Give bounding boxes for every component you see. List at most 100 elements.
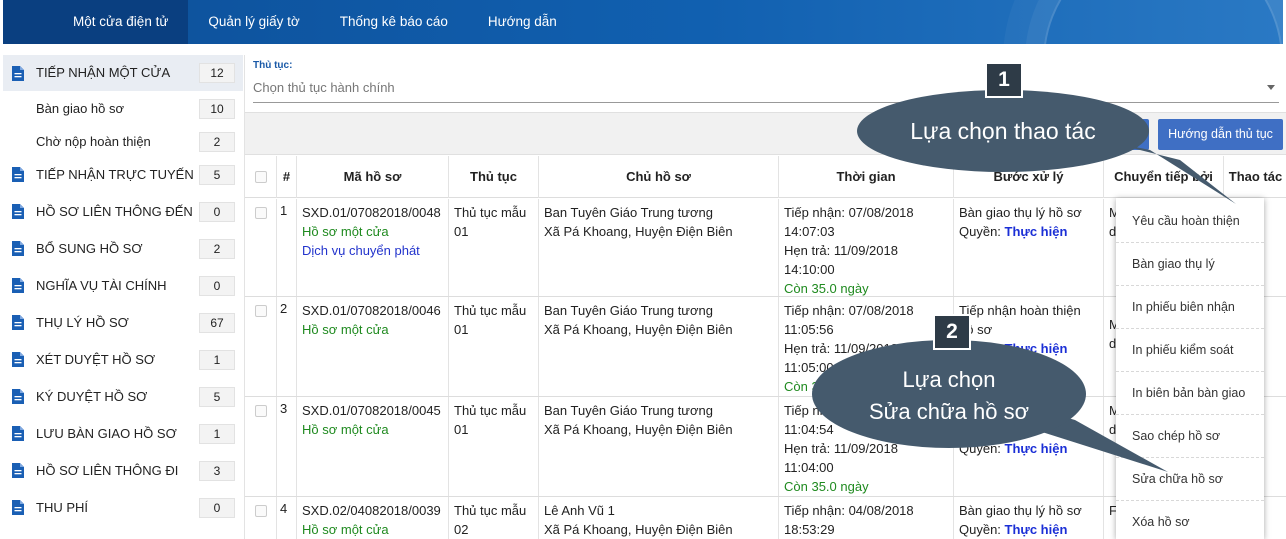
record-type: Hồ sơ một cửa [302, 522, 389, 537]
received-date: 07/08/2018 [848, 303, 914, 318]
sidebar-item[interactable]: HỒ SƠ LIÊN THÔNG ĐI 3 [3, 454, 243, 487]
actions-menu-item[interactable]: Xóa hồ sơ [1116, 501, 1264, 539]
row-owner-cell: Ban Tuyên Giáo Trung tương Xã Pá Khoang, … [539, 297, 779, 396]
sidebar-item[interactable]: LƯU BÀN GIAO HỒ SƠ 1 [3, 417, 243, 450]
received-line: Tiếp nhận: 07/08/2018 [784, 203, 948, 222]
record-code[interactable]: SXD.01/07082018/0045 [302, 401, 443, 420]
procedure-select-placeholder: Chọn thủ tục hành chính [253, 80, 395, 95]
record-code[interactable]: SXD.02/04082018/0039 [302, 501, 443, 520]
header-owner: Chủ hồ sơ [539, 156, 779, 198]
header-code: Mã hồ sơ [297, 156, 449, 198]
procedure-guide-button[interactable]: Hướng dẫn thủ tục [1158, 119, 1283, 150]
row-index: 2 [277, 297, 297, 396]
document-icon [12, 241, 24, 256]
sidebar-item-label: HỒ SƠ LIÊN THÔNG ĐI [36, 462, 179, 478]
sidebar-item[interactable]: KÝ DUYỆT HỒ SƠ 5 [3, 380, 243, 413]
sidebar-item-label: THU PHÍ [36, 499, 88, 515]
document-icon [12, 167, 24, 182]
row-owner-cell: Ban Tuyên Giáo Trung tương Xã Pá Khoang, … [539, 397, 779, 496]
document-icon [12, 352, 24, 367]
nav-item-mot-cua-dien-tu[interactable]: Một cửa điện tử [3, 0, 189, 44]
sidebar-item[interactable]: TIẾP NHẬN MỘT CỬA 12 [3, 55, 243, 91]
owner-address: Xã Pá Khoang, Huyện Điện Biên [544, 224, 733, 239]
sidebar-item-label: THỤ LÝ HỒ SƠ [36, 314, 129, 330]
row-step-cell: Bàn giao thụ lý hồ sơ Quyền: Thực hiện [954, 199, 1104, 296]
row-checkbox[interactable] [255, 207, 267, 219]
document-icon [12, 278, 24, 293]
sidebar-item[interactable]: XÉT DUYỆT HỒ SƠ 1 [3, 343, 243, 376]
screen: Một cửa điện tử Quản lý giấy tờ Thống kê… [0, 0, 1286, 539]
sidebar-item[interactable]: NGHĨA VỤ TÀI CHÍNH 0 [3, 269, 243, 302]
permission-line: Quyền: Thực hiện [959, 520, 1098, 539]
sidebar-item-label: BỔ SUNG HỒ SƠ [36, 240, 143, 256]
sidebar-item[interactable]: Bàn giao hồ sơ 10 [3, 94, 243, 124]
sidebar-item-count-badge: 5 [199, 386, 235, 407]
actions-dropdown-menu: Yêu cầu hoàn thiện Bàn giao thụ lý In phiế… [1116, 198, 1264, 539]
received-label: Tiếp nhận: [784, 303, 845, 318]
received-date: 04/08/2018 [848, 503, 914, 518]
owner-name: Lê Anh Vũ 1 [544, 503, 615, 518]
sidebar-item[interactable]: THỤ LÝ HỒ SƠ 67 [3, 306, 243, 339]
row-checkbox[interactable] [255, 405, 267, 417]
sidebar-item-label: HỒ SƠ LIÊN THÔNG ĐẾN [36, 203, 193, 219]
actions-menu-item[interactable]: Yêu cầu hoàn thiện [1116, 200, 1264, 243]
actions-menu-item[interactable]: In biên bản bàn giao [1116, 372, 1264, 415]
actions-menu-item[interactable]: In phiếu kiểm soát [1116, 329, 1264, 372]
actions-menu-item[interactable]: In phiếu biên nhận [1116, 286, 1264, 329]
header-actions: Thao tác [1228, 169, 1283, 184]
sidebar-item-count-badge: 1 [199, 423, 235, 444]
actions-menu-item[interactable]: Sửa chữa hồ sơ [1116, 458, 1264, 501]
delivery-service-link[interactable]: Dịch vụ chuyển phát [302, 241, 443, 260]
permission-label: Quyền: [959, 522, 1001, 537]
row-time-cell: Tiếp nhận: 04/08/2018 18:53:29 [779, 497, 954, 539]
received-time: 11:05:56 [784, 322, 834, 337]
row-checkbox[interactable] [255, 505, 267, 517]
row-checkbox[interactable] [255, 305, 267, 317]
callout-1-number: 1 [985, 62, 1023, 98]
sidebar-item-label: KÝ DUYỆT HỒ SƠ [36, 388, 148, 404]
sidebar-item[interactable]: Chờ nộp hoàn thiện 2 [3, 127, 243, 157]
processing-step-cont: hồ sơ [959, 322, 993, 337]
row-select-cell [245, 297, 277, 396]
actions-menu-item[interactable]: Sao chép hồ sơ [1116, 415, 1264, 458]
row-procedure-cell: Thủ tục mẫu 01 [449, 397, 539, 496]
callout-2-line2: Sửa chữa hồ sơ [868, 399, 1030, 424]
received-label: Tiếp nhận: [784, 503, 845, 518]
chevron-down-icon [1267, 85, 1275, 90]
callout-2-number: 2 [933, 314, 971, 350]
callout-2-bubble: Lựa chọn Sửa chữa hồ sơ [812, 340, 1086, 448]
sidebar-item[interactable]: THU PHÍ 0 [3, 491, 243, 524]
record-type: Hồ sơ một cửa [302, 322, 389, 337]
processing-step: Bàn giao thụ lý hồ sơ [959, 205, 1082, 220]
row-procedure-cell: Thủ tục mẫu 01 [449, 297, 539, 396]
permission-value: Thực hiện [1004, 522, 1068, 537]
due-time: 11:04:00 [784, 460, 834, 475]
sidebar-item[interactable]: HỒ SƠ LIÊN THÔNG ĐẾN 0 [3, 195, 243, 228]
procedure-name: Thủ tục mẫu [454, 205, 527, 220]
sidebar-item-count-badge: 1 [199, 349, 235, 370]
permission-value: Thực hiện [1004, 224, 1068, 239]
sidebar-item-label: Bàn giao hồ sơ [36, 101, 125, 116]
procedure-name: Thủ tục mẫu [454, 303, 527, 318]
sidebar-item-count-badge: 10 [199, 99, 235, 119]
record-code[interactable]: SXD.01/07082018/0046 [302, 301, 443, 320]
document-icon [12, 500, 24, 515]
remaining-days: Còn 35.0 ngày [784, 479, 869, 494]
actions-menu-item[interactable]: Bàn giao thụ lý [1116, 243, 1264, 286]
nav-item-thong-ke-bao-cao[interactable]: Thống kê báo cáo [320, 0, 468, 44]
due-date: 11/09/2018 [833, 441, 898, 456]
document-icon [12, 204, 24, 219]
header-procedure: Thủ tục [449, 156, 539, 198]
sidebar-item-count-badge: 0 [199, 497, 235, 518]
nav-item-quan-ly-giay-to[interactable]: Quản lý giấy tờ [188, 0, 319, 44]
sidebar-item[interactable]: BỔ SUNG HỒ SƠ 2 [3, 232, 243, 265]
nav-item-huong-dan[interactable]: Hướng dẫn [468, 0, 577, 44]
row-code-cell: SXD.02/04082018/0039 Hồ sơ một cửa [297, 497, 449, 539]
sidebar-item-count-badge: 2 [199, 132, 235, 152]
owner-address: Xã Pá Khoang, Huyện Điện Biên [544, 422, 733, 437]
select-all-checkbox[interactable] [255, 171, 267, 183]
sidebar-item-label: TIẾP NHẬN TRỰC TUYẾN [36, 166, 194, 182]
sidebar-item[interactable]: TIẾP NHẬN TRỰC TUYẾN 5 [3, 158, 243, 191]
record-code[interactable]: SXD.01/07082018/0048 [302, 203, 443, 222]
processing-step: Tiếp nhận hoàn thiện [959, 303, 1081, 318]
